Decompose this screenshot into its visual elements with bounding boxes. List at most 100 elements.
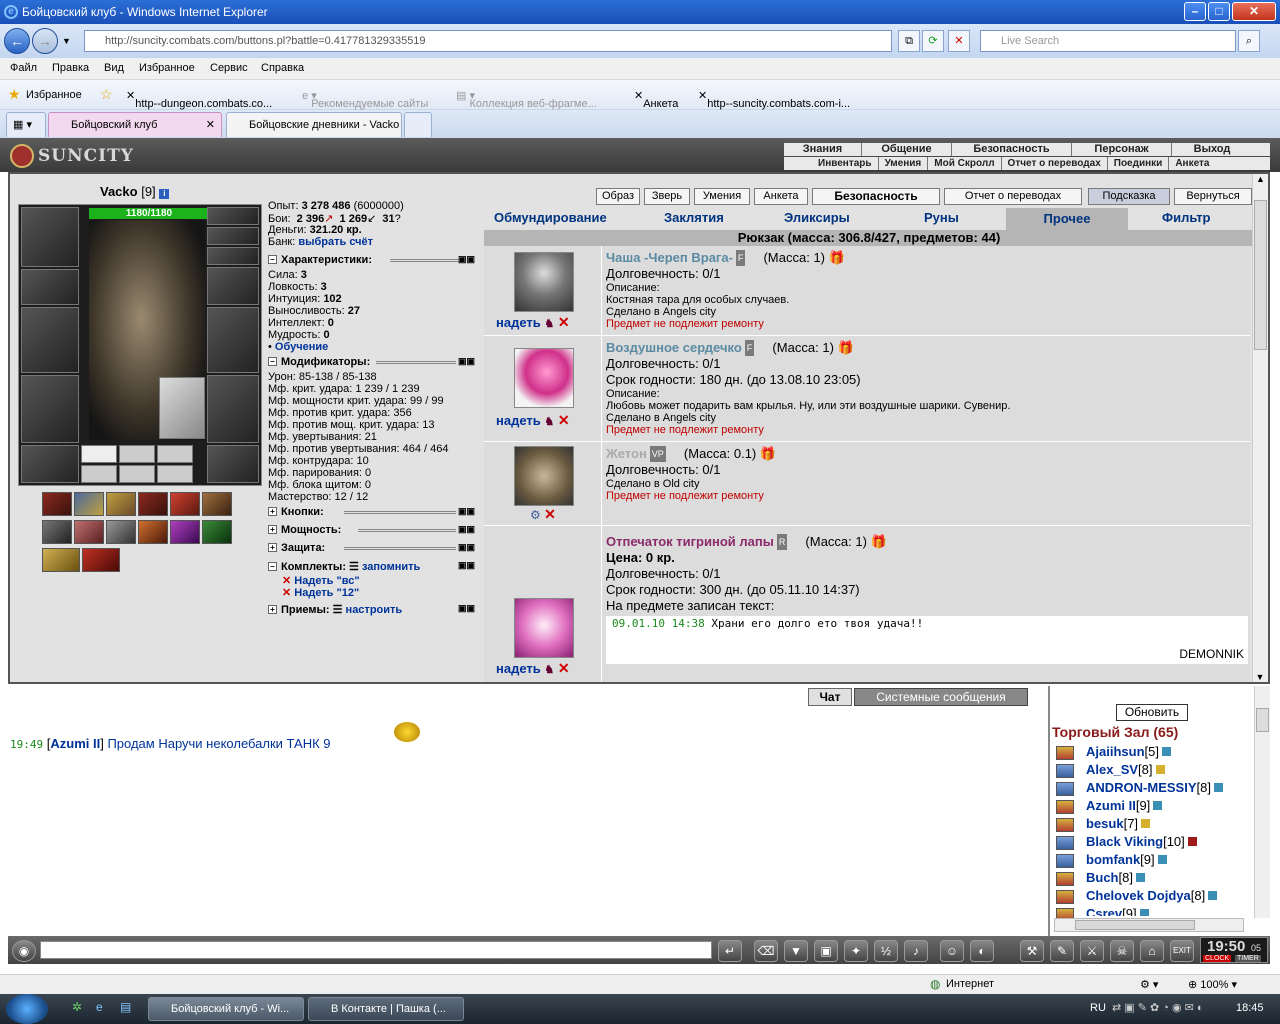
transfer-report-button[interactable]: Отчет о переводах [944, 188, 1082, 205]
filter-icon[interactable]: ▼ [784, 940, 808, 962]
inventory-scrollbar[interactable]: ▲ ▼ [1252, 174, 1268, 682]
ie-quicklaunch-icon[interactable]: e [96, 1000, 103, 1014]
online-user[interactable]: Csrev[9] [1086, 906, 1149, 916]
effect-icon[interactable] [170, 520, 200, 544]
menu-favorites[interactable]: Избранное [139, 62, 195, 74]
effect-icon[interactable] [74, 520, 104, 544]
rune-slot-5[interactable] [119, 465, 155, 483]
favorites-star-icon[interactable]: ★ [8, 86, 21, 103]
refresh-button[interactable]: ⟳ [922, 30, 944, 52]
set-wear-2[interactable]: ✕ Надеть "12" [282, 586, 359, 599]
powers-header[interactable]: + Мощность: ▣▣ [268, 524, 480, 536]
menu-help[interactable]: Справка [261, 62, 304, 74]
quicklaunch-icon[interactable]: ✲ [72, 1000, 82, 1014]
nav-communication[interactable]: Общение [862, 143, 952, 156]
delete-icon[interactable]: ✕ [558, 660, 570, 676]
fav-link-5[interactable]: ✕ http--suncity.combats.com-i... [698, 89, 850, 110]
characteristics-header[interactable]: – Характеристики: ▣▣ [268, 254, 480, 266]
techniques-setup-link[interactable]: настроить [346, 604, 403, 616]
smile-icon[interactable]: ☺ [940, 940, 964, 962]
minimize-button[interactable]: – [1184, 2, 1206, 21]
menu-view[interactable]: Вид [104, 62, 124, 74]
online-user[interactable]: bomfank[9] [1086, 852, 1167, 867]
forward-button[interactable]: → [32, 28, 58, 54]
weapon-right-slot[interactable] [207, 307, 259, 373]
online-scrollbar[interactable] [1254, 686, 1270, 918]
hint-button[interactable]: Подсказка [1088, 188, 1170, 205]
start-button[interactable] [6, 994, 48, 1024]
item-name[interactable]: Чаша -Череп Врага- [606, 250, 733, 265]
fav-link-1[interactable]: ✕ http--dungeon.combats.co... [126, 89, 272, 110]
item-name[interactable]: Жетон [606, 446, 647, 461]
fight-icon[interactable]: ✦ [844, 940, 868, 962]
back-button[interactable]: ← [4, 28, 30, 54]
online-user[interactable]: besuk[7] [1086, 816, 1151, 831]
tab-spells[interactable]: Заклятия [664, 210, 724, 225]
effect-icon[interactable] [42, 548, 80, 572]
quick-tabs-button[interactable]: ▦ ▾ [6, 112, 46, 137]
training-link[interactable]: • Обучение [268, 341, 328, 353]
online-user[interactable]: Alex_SV[8] [1086, 762, 1165, 777]
desktop-icon[interactable]: ▤ [120, 1000, 131, 1014]
tab-filter[interactable]: Фильтр [1162, 210, 1211, 225]
delete-icon[interactable]: ✕ [558, 314, 570, 330]
rune-slot-6[interactable] [157, 465, 193, 483]
armor-slot[interactable] [21, 375, 79, 443]
nav-security[interactable]: Безопасность [952, 143, 1072, 156]
system-messages-tab[interactable]: Системные сообщения [854, 688, 1028, 706]
delete-icon[interactable]: ✕ [558, 412, 570, 428]
profile-button[interactable]: Анкета [754, 188, 808, 205]
effect-icon[interactable] [202, 492, 232, 516]
tray-icons[interactable]: ⇄ ▣ ✎ ✿ ◔ ◉ ✉ ◐ [1112, 1001, 1204, 1014]
bracers-slot[interactable] [21, 269, 79, 305]
boots-slot[interactable] [207, 445, 259, 483]
item-name[interactable]: Воздушное сердечко [606, 340, 742, 355]
compat-view-button[interactable]: ⧉ [898, 30, 920, 52]
delete-icon[interactable]: ✕ [544, 506, 556, 522]
security-button[interactable]: Безопасность [812, 188, 940, 205]
effect-icon[interactable] [138, 492, 168, 516]
tool-icon-2[interactable]: ✎ [1050, 940, 1074, 962]
legs-slot[interactable] [207, 375, 259, 443]
tab-other[interactable]: Прочее [1006, 208, 1128, 230]
remember-set-link[interactable]: запомнить [362, 561, 420, 573]
exit-icon[interactable]: EXIT [1170, 940, 1194, 962]
put-on-link[interactable]: надеть ♞ ✕ [496, 412, 570, 429]
online-user[interactable]: Black Viking[10] [1086, 834, 1197, 849]
tool-icon-5[interactable]: ⌂ [1140, 940, 1164, 962]
fav-link-4[interactable]: ✕ Анкета [634, 89, 678, 110]
tab-equipment[interactable]: Обмундирование [494, 210, 607, 225]
bank-select-link[interactable]: выбрать счёт [298, 236, 373, 248]
pet-slot[interactable] [159, 377, 205, 439]
chat-tab[interactable]: Чат [808, 688, 852, 706]
nav-skills[interactable]: Умения [879, 157, 929, 170]
maximize-button[interactable]: □ [1208, 2, 1230, 21]
favorites-button[interactable]: Избранное [26, 89, 82, 101]
add-favorite-icon[interactable]: ☆ [100, 86, 113, 103]
tab-runes[interactable]: Руны [924, 210, 959, 225]
put-on-link[interactable]: надеть ♞ ✕ [496, 314, 570, 331]
return-button[interactable]: Вернуться [1174, 188, 1252, 205]
task-combats[interactable]: Бойцовский клуб - Wi... [148, 997, 304, 1021]
search-icon[interactable]: ⌕ [1238, 30, 1260, 52]
save-icon[interactable]: ▣ [814, 940, 838, 962]
fav-link-2[interactable]: e Рекомендуемые сайты ▾ [302, 89, 428, 110]
menu-file[interactable]: Файл [10, 62, 37, 74]
online-user[interactable]: Chelovek Dojdya[8] [1086, 888, 1218, 903]
effect-icon[interactable] [138, 520, 168, 544]
close-tab-icon[interactable]: ✕ [206, 113, 215, 137]
sound-icon[interactable]: ♪ [904, 940, 928, 962]
gloves-slot[interactable] [207, 267, 259, 305]
protected-mode-icon[interactable]: ⚙ ▾ [1140, 978, 1158, 991]
info-icon[interactable]: i [159, 189, 170, 199]
close-window-button[interactable]: ✕ [1232, 2, 1276, 21]
speaker-icon[interactable]: ◐ [970, 940, 994, 962]
chat-author[interactable]: Azumi II [50, 736, 100, 751]
online-hscrollbar[interactable] [1054, 918, 1244, 932]
address-input[interactable]: http://suncity.combats.com/buttons.pl?ba… [84, 30, 892, 52]
menu-edit[interactable]: Правка [52, 62, 89, 74]
stop-button[interactable]: ✕ [948, 30, 970, 52]
fav-link-3[interactable]: ▤ Коллекция веб-фрагме... ▾ [456, 89, 597, 110]
nav-exit[interactable]: Выход [1172, 143, 1252, 156]
rune-slot-2[interactable] [119, 445, 155, 463]
